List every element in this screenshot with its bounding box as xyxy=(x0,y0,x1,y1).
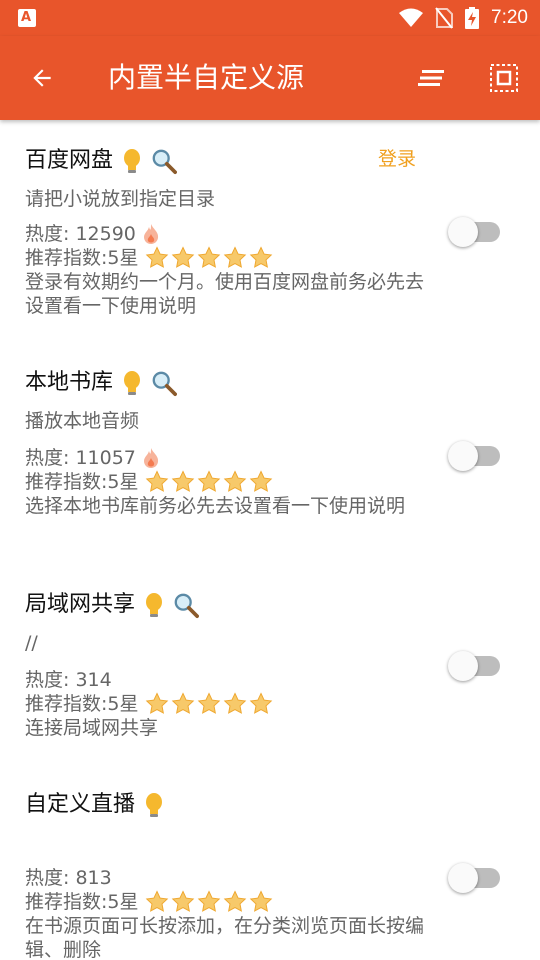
list-item[interactable]: 本地书库 播放本地音频 热度: 11057 推荐指数:5星 选择本地书库前务必先… xyxy=(0,344,540,566)
star-icon xyxy=(223,890,246,912)
select-all-button[interactable] xyxy=(484,58,524,98)
source-name: 本地书库 xyxy=(25,370,114,395)
list-item[interactable]: 百度网盘 登录 请把小说放到指定目录 热度: 12590 推荐指数:5星 登录有… xyxy=(0,120,540,344)
source-name: 自定义直播 xyxy=(25,792,136,817)
star-icon xyxy=(171,890,194,912)
lightbulb-icon xyxy=(146,793,163,817)
rating-label: 推荐指数:5星 xyxy=(25,471,139,493)
source-note: 在书源页面可长按添加，在分类浏览页面长按编辑、删除 xyxy=(25,915,425,960)
list-item[interactable]: 自定义直播 热度: 813 推荐指数:5星 在书源页面可长按添加，在分类浏览页面… xyxy=(0,766,540,960)
star-icon xyxy=(171,692,194,714)
star-icon xyxy=(171,246,194,268)
list-item[interactable]: 局域网共享 // 热度: 314 推荐指数:5星 连接局域网共享 xyxy=(0,566,540,766)
heat-value: 热度: 12590 xyxy=(25,223,136,245)
source-toggle[interactable] xyxy=(448,216,502,248)
source-list: 百度网盘 登录 请把小说放到指定目录 热度: 12590 推荐指数:5星 登录有… xyxy=(0,120,540,960)
source-toggle[interactable] xyxy=(448,440,502,472)
lightbulb-icon xyxy=(146,593,163,617)
star-icon xyxy=(223,692,246,714)
source-toggle[interactable] xyxy=(448,650,502,682)
star-icon xyxy=(223,470,246,492)
sort-icon xyxy=(418,70,444,86)
star-icon xyxy=(197,246,220,268)
star-icon xyxy=(145,890,168,912)
star-icon xyxy=(249,692,272,714)
star-rating xyxy=(145,470,273,494)
star-icon xyxy=(145,470,168,492)
star-icon xyxy=(249,890,272,912)
toggle-thumb xyxy=(448,863,478,893)
source-description: // xyxy=(25,632,38,654)
source-toggle[interactable] xyxy=(448,862,502,894)
source-name: 百度网盘 xyxy=(25,148,114,173)
star-rating xyxy=(145,692,273,716)
toggle-thumb xyxy=(448,217,478,247)
star-rating xyxy=(145,246,273,270)
star-icon xyxy=(145,692,168,714)
wifi-icon xyxy=(399,8,424,27)
app-bar: 内置半自定义源 xyxy=(0,36,540,120)
back-button[interactable] xyxy=(22,58,62,98)
rating-label: 推荐指数:5星 xyxy=(25,891,139,913)
page-title: 内置半自定义源 xyxy=(108,61,305,94)
star-rating xyxy=(145,890,273,914)
rating-label: 推荐指数:5星 xyxy=(25,247,139,269)
source-description: 请把小说放到指定目录 xyxy=(25,188,216,210)
star-icon xyxy=(145,246,168,268)
star-icon xyxy=(171,470,194,492)
heat-value: 热度: 11057 xyxy=(25,447,136,469)
toggle-thumb xyxy=(448,441,478,471)
status-icons: 7:20 xyxy=(399,0,528,36)
battery-charging-icon xyxy=(465,7,480,29)
source-note: 选择本地书库前务必先去设置看一下使用说明 xyxy=(25,495,406,517)
rating-label: 推荐指数:5星 xyxy=(25,693,139,715)
star-icon xyxy=(249,470,272,492)
lightbulb-icon xyxy=(124,149,141,173)
fire-icon xyxy=(143,448,159,468)
source-note: 连接局域网共享 xyxy=(25,717,159,739)
lightbulb-icon xyxy=(124,371,141,395)
arrow-back-icon xyxy=(33,69,51,87)
login-button[interactable]: 登录 xyxy=(378,146,416,172)
status-time: 7:20 xyxy=(491,7,528,28)
source-description: 播放本地音频 xyxy=(25,410,140,432)
star-icon xyxy=(197,470,220,492)
fire-icon xyxy=(143,224,159,244)
heat-value: 热度: 813 xyxy=(25,867,112,889)
toggle-thumb xyxy=(448,651,478,681)
heat-value: 热度: 314 xyxy=(25,669,112,691)
app-notification-icon: A xyxy=(18,9,36,27)
star-icon xyxy=(197,890,220,912)
no-sim-icon xyxy=(435,7,454,29)
source-name: 局域网共享 xyxy=(25,592,136,617)
search-icon[interactable] xyxy=(151,369,178,397)
sort-button[interactable] xyxy=(412,60,452,96)
search-icon[interactable] xyxy=(173,591,200,619)
search-icon[interactable] xyxy=(151,147,178,175)
star-icon xyxy=(197,692,220,714)
status-bar: A 7:20 xyxy=(0,0,540,36)
star-icon xyxy=(249,246,272,268)
source-note: 登录有效期约一个月。使用百度网盘前务必先去设置看一下使用说明 xyxy=(25,271,425,317)
star-icon xyxy=(223,246,246,268)
select-all-icon xyxy=(490,64,518,92)
